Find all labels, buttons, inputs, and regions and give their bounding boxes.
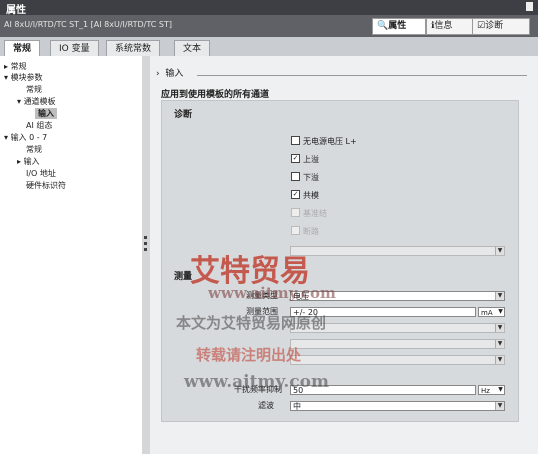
tab-diagnostics[interactable]: ☑诊断 xyxy=(472,18,530,35)
chevron-down-icon: ▼ xyxy=(495,292,504,300)
tree-item[interactable]: 常规 xyxy=(26,84,42,95)
tree-item[interactable]: AI 组态 xyxy=(26,120,52,131)
checkbox-no-supply-voltage[interactable]: 无电源电压 L+ xyxy=(291,136,357,148)
pin-icon[interactable] xyxy=(526,2,533,11)
range-unit-dropdown[interactable]: mA ▼ xyxy=(478,307,505,317)
section-header[interactable]: › 输入 xyxy=(156,66,183,79)
module-bar: AI 8xU/I/RTD/TC ST_1 [AI 8xU/I/RTD/TC ST… xyxy=(0,15,538,37)
tree-item[interactable]: ▾ 输入 0 - 7 xyxy=(4,132,47,143)
navigation-tree: ▸ 常规 ▾ 模块参数 常规 ▾ 通道模板 输入 AI 组态 ▾ 输入 0 - … xyxy=(0,56,143,454)
disabled-dropdown: ▼ xyxy=(290,355,505,365)
chevron-down-icon: ▼ xyxy=(498,308,503,315)
title-bar: 属性 xyxy=(0,0,538,16)
filter-dropdown[interactable]: 中 ▼ xyxy=(290,401,505,411)
disabled-dropdown: ▼ xyxy=(290,246,505,256)
diagnostics-icon: ☑ xyxy=(477,21,486,31)
tree-item[interactable]: ▾ 模块参数 xyxy=(4,72,43,83)
window-title: 属性 xyxy=(6,5,26,16)
section-caption: 应用到使用模板的所有通道 xyxy=(161,90,270,100)
splitter-handle[interactable] xyxy=(142,56,150,454)
watermark-url: www.aitmy.com xyxy=(208,284,336,302)
checkbox-box xyxy=(291,208,300,217)
grip-icon xyxy=(144,236,147,239)
checkmark-icon: ✓ xyxy=(291,190,300,199)
checkbox-overflow[interactable]: ✓ 上溢 xyxy=(291,154,319,166)
watermark-url2: www.aitmy.com xyxy=(184,372,329,392)
grip-icon xyxy=(144,248,147,251)
tab-texts[interactable]: 文本 xyxy=(174,40,211,57)
watermark-line1: 本文为艾特贸易网原创 xyxy=(176,314,327,332)
tab-row: 常规 IO 变量 系统常数 文本 xyxy=(0,37,538,57)
checkbox-box xyxy=(291,136,300,145)
tree-item[interactable]: ▾ 通道模板 xyxy=(17,96,56,107)
tree-item[interactable]: 硬件标识符 xyxy=(26,180,66,191)
content-area: › 输入 应用到使用模板的所有通道 诊断 无电源电压 L+ ✓ 上溢 下溢 ✓ 共模… xyxy=(150,56,538,454)
tree-item[interactable]: I/O 地址 xyxy=(26,168,56,179)
chevron-down-icon: ▼ xyxy=(495,324,504,332)
filter-label: 滤波 xyxy=(258,401,274,410)
tab-general[interactable]: 常规 xyxy=(4,40,41,57)
checkbox-reference-junction: 基准结 xyxy=(291,208,327,220)
watermark-line2: 转载请注明出处 xyxy=(196,346,302,364)
checkbox-wire-break: 断路 xyxy=(291,226,319,238)
module-path: AI 8xU/I/RTD/TC ST_1 [AI 8xU/I/RTD/TC ST… xyxy=(4,20,172,29)
tree-item[interactable]: ▸ 常规 xyxy=(4,61,27,72)
disabled-dropdown: ▼ xyxy=(290,339,505,349)
chevron-down-icon: ▼ xyxy=(498,386,503,393)
tab-properties[interactable]: 🔍属性 xyxy=(372,18,426,35)
tree-item[interactable]: ▸ 输入 xyxy=(17,156,40,167)
tree-item-selected[interactable]: 输入 xyxy=(35,108,57,119)
diagnostics-title: 诊断 xyxy=(174,110,193,120)
divider xyxy=(197,75,527,76)
tab-io-tags[interactable]: IO 变量 xyxy=(50,40,99,57)
chevron-down-icon: ▼ xyxy=(495,247,504,255)
tab-system-constants[interactable]: 系统常数 xyxy=(106,40,161,57)
checkmark-icon: ✓ xyxy=(291,154,300,163)
checkbox-common-mode[interactable]: ✓ 共模 xyxy=(291,190,319,202)
chevron-down-icon: ▼ xyxy=(495,340,504,348)
grip-icon xyxy=(144,242,147,245)
chevron-down-icon: ▼ xyxy=(495,356,504,364)
checkbox-underflow[interactable]: 下溢 xyxy=(291,172,319,184)
tree-item[interactable]: 常规 xyxy=(26,144,42,155)
tab-info[interactable]: ℹ信息 xyxy=(426,18,476,35)
checkbox-box xyxy=(291,172,300,181)
frequency-unit-dropdown[interactable]: Hz ▼ xyxy=(478,385,505,395)
checkbox-box xyxy=(291,226,300,235)
properties-icon: 🔍 xyxy=(377,21,389,31)
chevron-down-icon: ▼ xyxy=(495,402,504,410)
